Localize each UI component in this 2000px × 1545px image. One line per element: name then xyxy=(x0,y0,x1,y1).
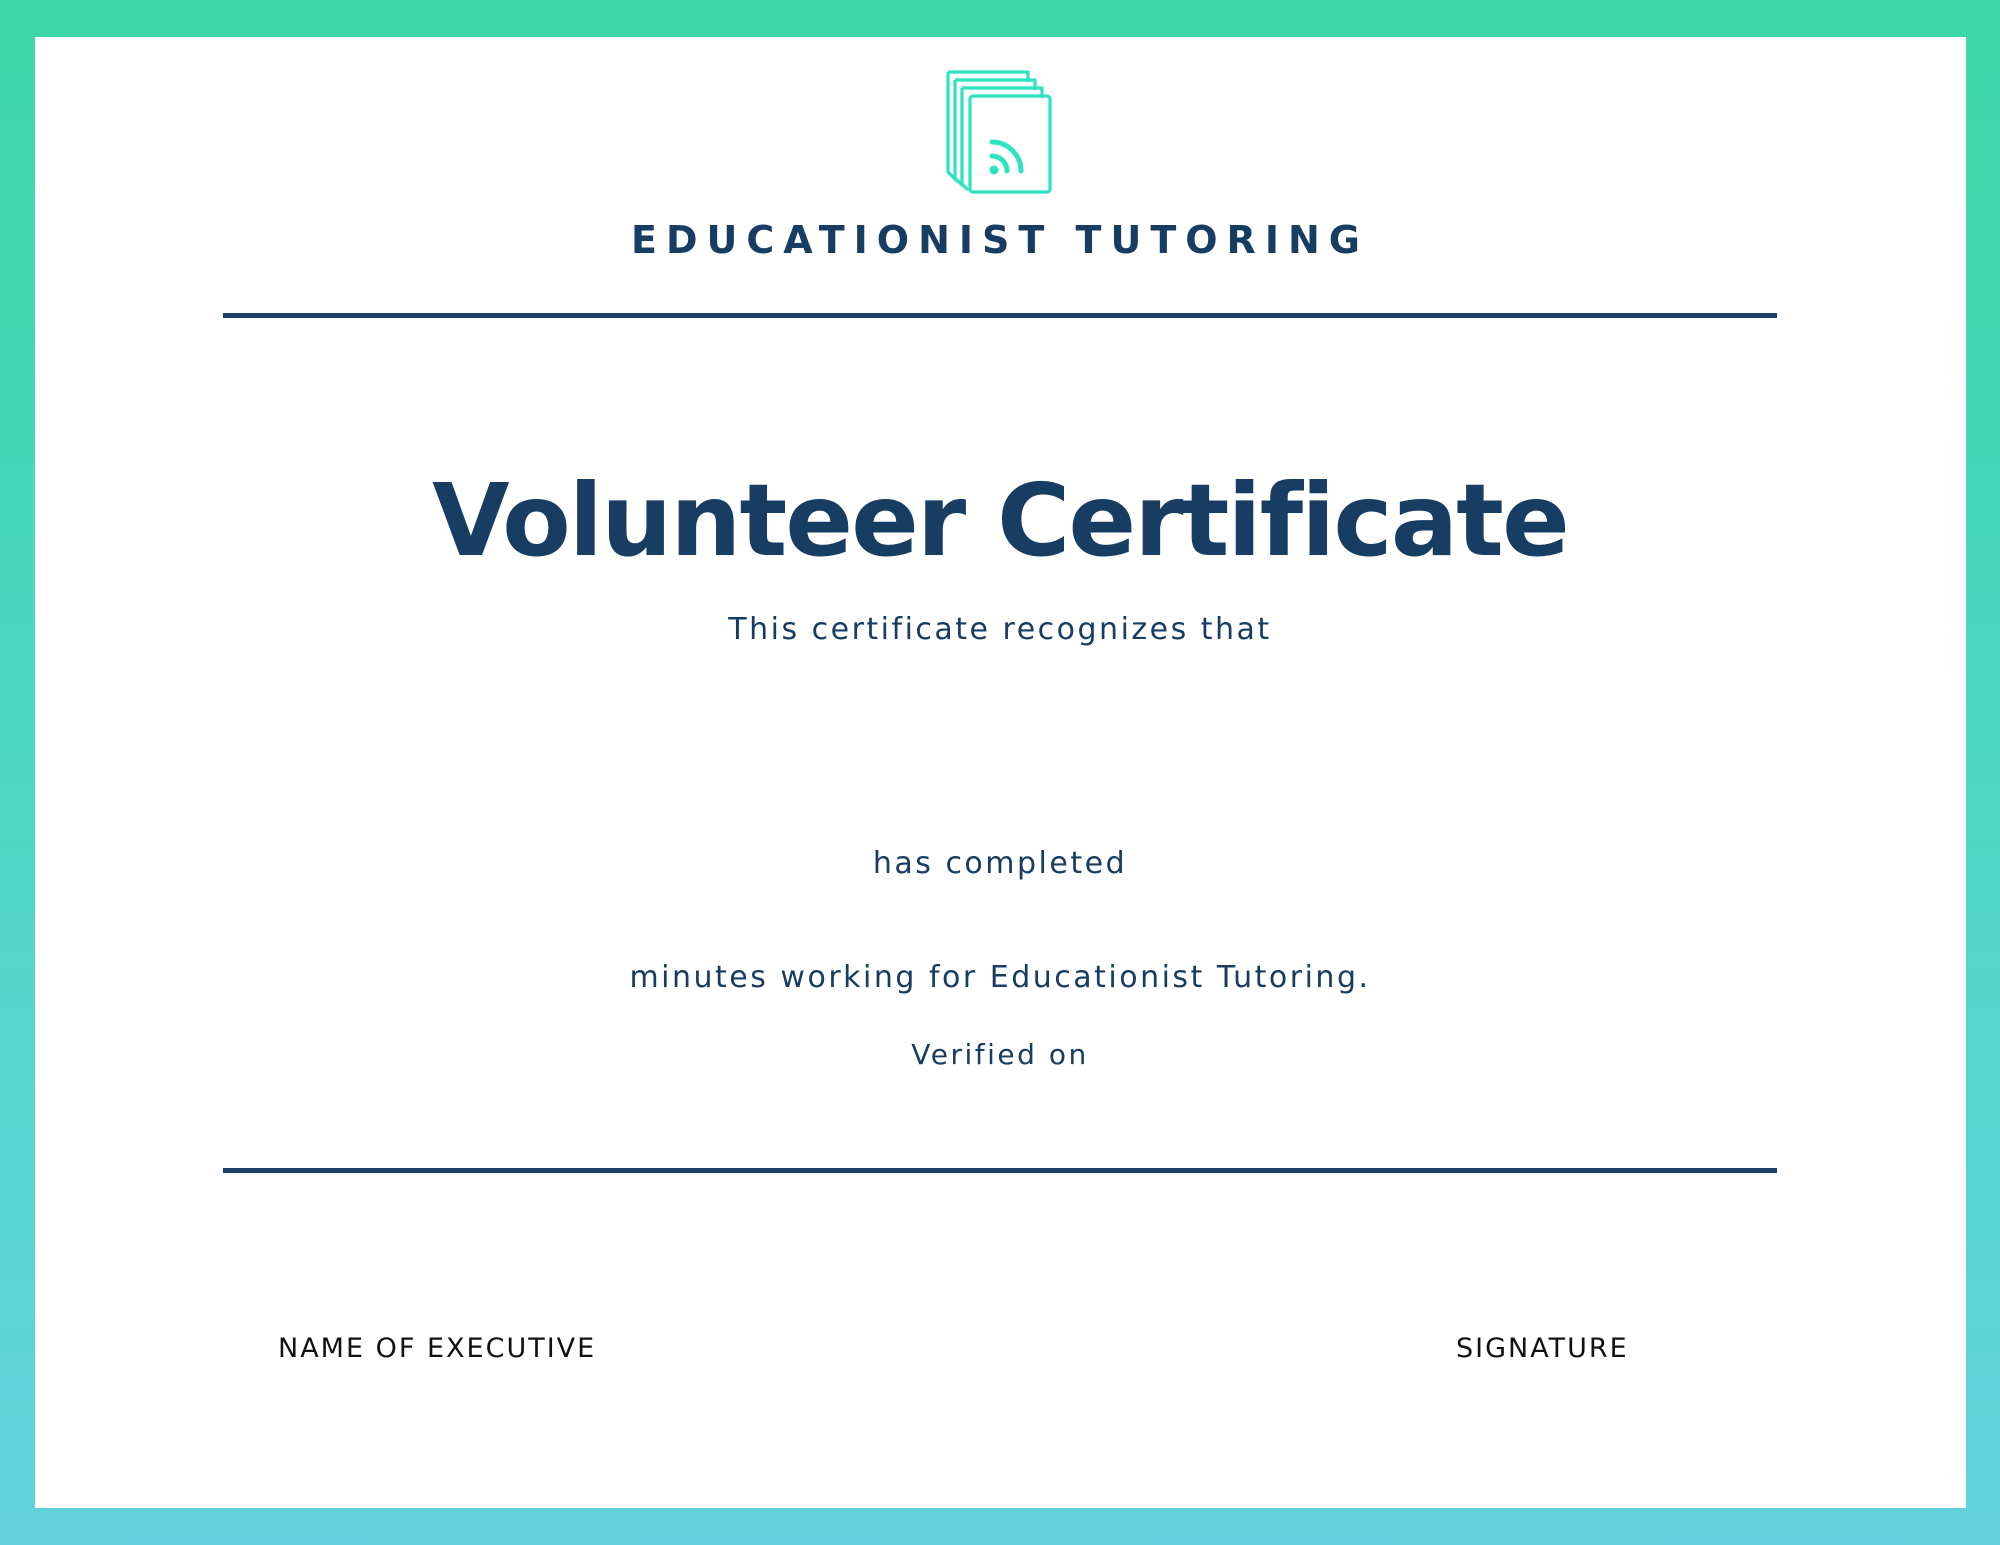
stacked-documents-rss-icon xyxy=(946,70,1052,194)
executive-name-label: NAME OF EXECUTIVE xyxy=(278,1333,597,1364)
organization-name: EDUCATIONIST TUTORING xyxy=(631,218,1369,262)
top-divider xyxy=(223,313,1777,318)
signature-label: SIGNATURE xyxy=(1456,1333,1629,1364)
verified-text: Verified on xyxy=(911,1038,1089,1071)
completed-text: has completed xyxy=(872,846,1128,881)
bottom-divider xyxy=(223,1168,1777,1173)
minutes-text: minutes working for Educationist Tutorin… xyxy=(629,960,1371,995)
certificate-title: Volunteer Certificate xyxy=(432,462,1570,579)
recognizes-text: This certificate recognizes that xyxy=(728,612,1272,647)
